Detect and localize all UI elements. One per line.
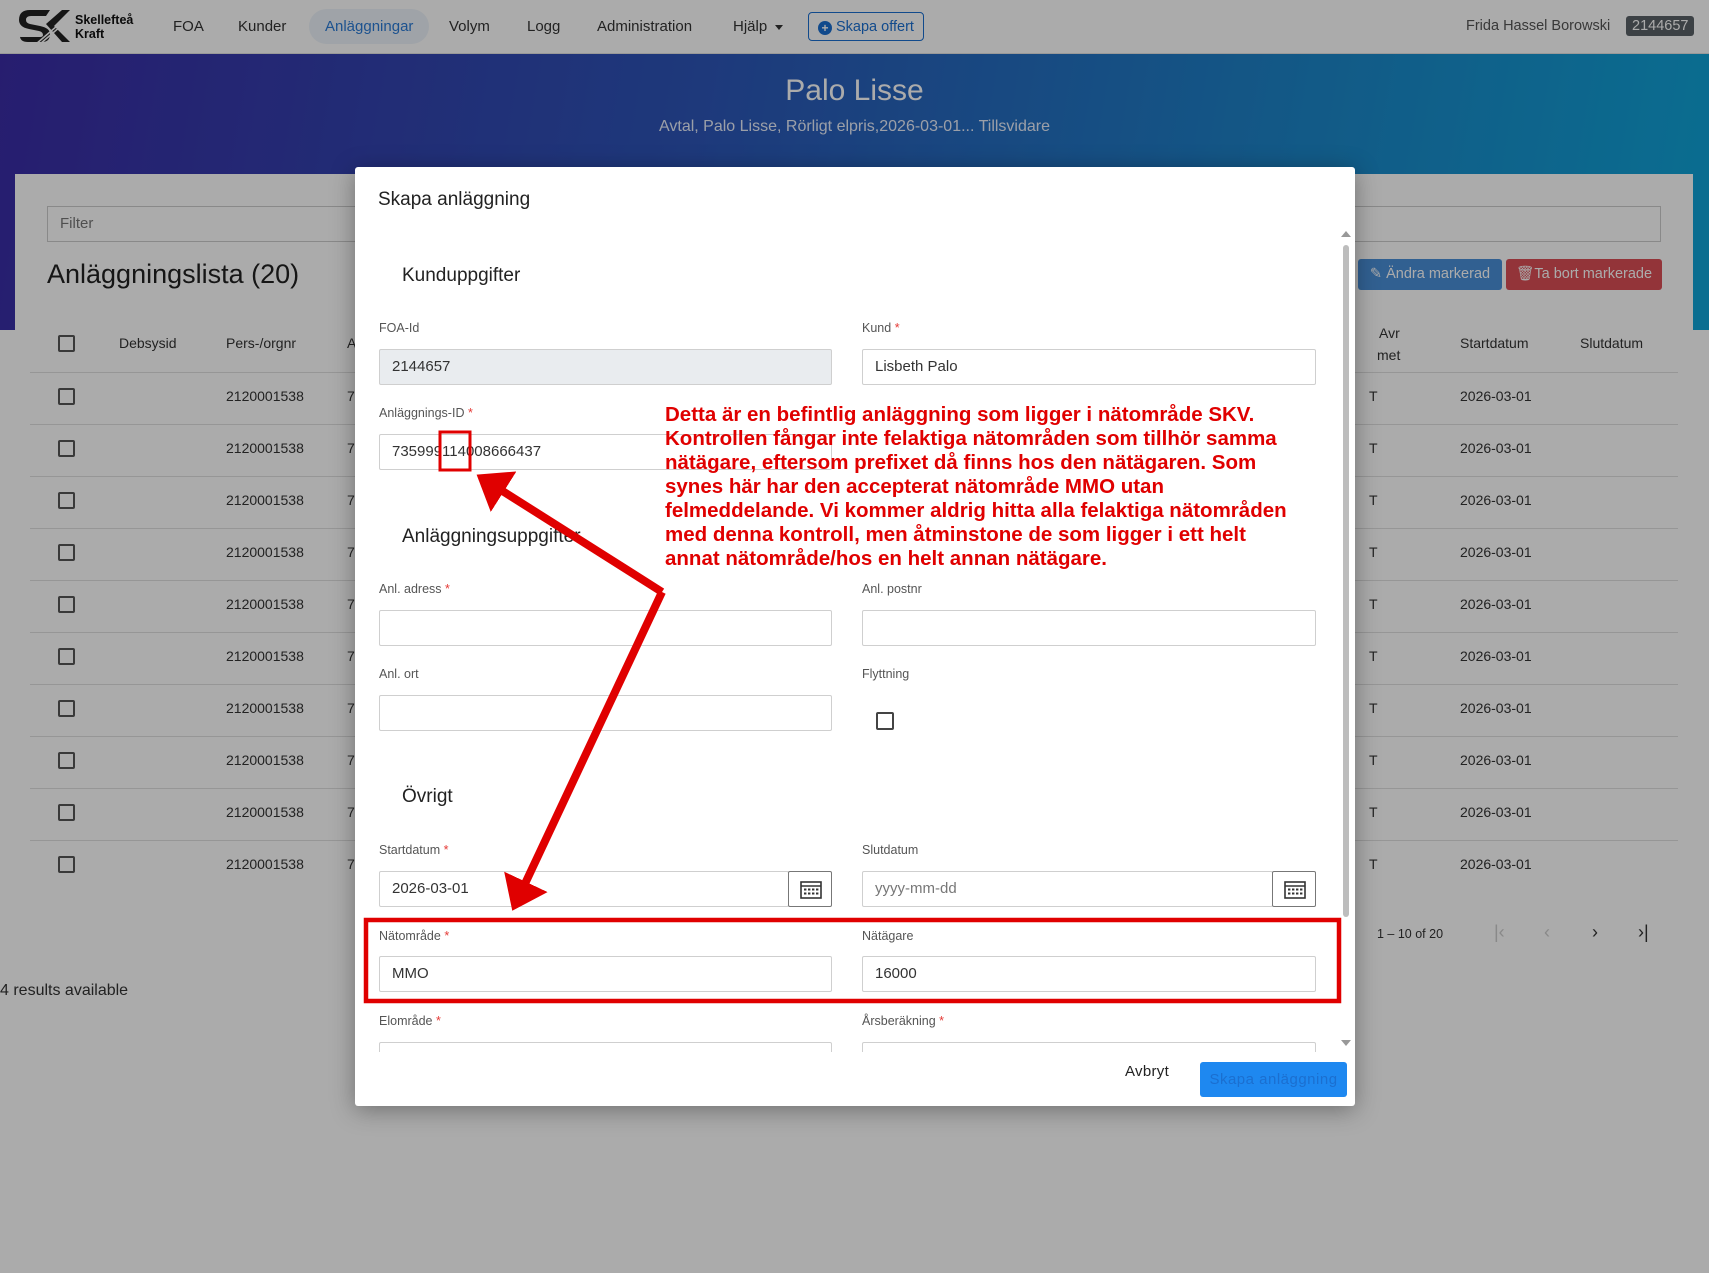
annotation-text: Detta är en befintlig anläggning som lig…: [665, 403, 1287, 570]
annotation-arrow-up: [476, 471, 665, 596]
annotation-overlay: [363, 430, 1342, 1004]
annotation-highlight-box-id: [438, 430, 472, 472]
annotation-highlight-box-fields: [363, 917, 1342, 1004]
annotation-arrow-down: [504, 590, 666, 911]
